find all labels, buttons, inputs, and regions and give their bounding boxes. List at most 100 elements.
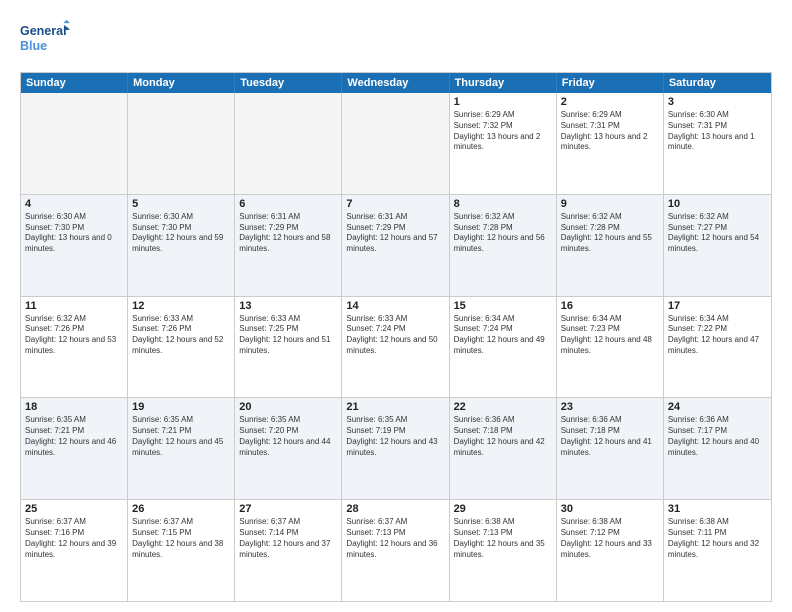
cell-info: Sunrise: 6:34 AMSunset: 7:22 PMDaylight:… bbox=[668, 314, 767, 357]
calendar-cell: 27 Sunrise: 6:37 AMSunset: 7:14 PMDaylig… bbox=[235, 500, 342, 601]
cell-info: Sunrise: 6:34 AMSunset: 7:23 PMDaylight:… bbox=[561, 314, 659, 357]
cell-info: Sunrise: 6:29 AMSunset: 7:32 PMDaylight:… bbox=[454, 110, 552, 153]
cell-info: Sunrise: 6:30 AMSunset: 7:31 PMDaylight:… bbox=[668, 110, 767, 153]
page: General Blue SundayMondayTuesdayWednesda… bbox=[0, 0, 792, 612]
calendar-cell: 12 Sunrise: 6:33 AMSunset: 7:26 PMDaylig… bbox=[128, 297, 235, 398]
cell-info: Sunrise: 6:30 AMSunset: 7:30 PMDaylight:… bbox=[132, 212, 230, 255]
calendar-cell bbox=[21, 93, 128, 194]
calendar-cell bbox=[342, 93, 449, 194]
day-number: 10 bbox=[668, 198, 767, 210]
day-number: 28 bbox=[346, 503, 444, 515]
day-number: 21 bbox=[346, 401, 444, 413]
day-number: 26 bbox=[132, 503, 230, 515]
header: General Blue bbox=[20, 16, 772, 62]
cell-info: Sunrise: 6:35 AMSunset: 7:21 PMDaylight:… bbox=[132, 415, 230, 458]
calendar-cell: 22 Sunrise: 6:36 AMSunset: 7:18 PMDaylig… bbox=[450, 398, 557, 499]
calendar-cell: 18 Sunrise: 6:35 AMSunset: 7:21 PMDaylig… bbox=[21, 398, 128, 499]
logo-svg: General Blue bbox=[20, 16, 70, 62]
cell-info: Sunrise: 6:38 AMSunset: 7:13 PMDaylight:… bbox=[454, 517, 552, 560]
calendar-cell: 26 Sunrise: 6:37 AMSunset: 7:15 PMDaylig… bbox=[128, 500, 235, 601]
day-number: 18 bbox=[25, 401, 123, 413]
calendar-cell: 25 Sunrise: 6:37 AMSunset: 7:16 PMDaylig… bbox=[21, 500, 128, 601]
calendar-cell: 24 Sunrise: 6:36 AMSunset: 7:17 PMDaylig… bbox=[664, 398, 771, 499]
calendar-cell: 5 Sunrise: 6:30 AMSunset: 7:30 PMDayligh… bbox=[128, 195, 235, 296]
day-number: 19 bbox=[132, 401, 230, 413]
cell-info: Sunrise: 6:37 AMSunset: 7:13 PMDaylight:… bbox=[346, 517, 444, 560]
cell-info: Sunrise: 6:33 AMSunset: 7:26 PMDaylight:… bbox=[132, 314, 230, 357]
calendar-cell: 31 Sunrise: 6:38 AMSunset: 7:11 PMDaylig… bbox=[664, 500, 771, 601]
day-number: 6 bbox=[239, 198, 337, 210]
calendar-cell: 9 Sunrise: 6:32 AMSunset: 7:28 PMDayligh… bbox=[557, 195, 664, 296]
calendar-cell: 29 Sunrise: 6:38 AMSunset: 7:13 PMDaylig… bbox=[450, 500, 557, 601]
calendar-cell: 19 Sunrise: 6:35 AMSunset: 7:21 PMDaylig… bbox=[128, 398, 235, 499]
calendar-header: SundayMondayTuesdayWednesdayThursdayFrid… bbox=[21, 73, 771, 93]
day-number: 4 bbox=[25, 198, 123, 210]
calendar-cell: 2 Sunrise: 6:29 AMSunset: 7:31 PMDayligh… bbox=[557, 93, 664, 194]
cell-info: Sunrise: 6:37 AMSunset: 7:14 PMDaylight:… bbox=[239, 517, 337, 560]
cell-info: Sunrise: 6:32 AMSunset: 7:26 PMDaylight:… bbox=[25, 314, 123, 357]
day-number: 15 bbox=[454, 300, 552, 312]
cell-info: Sunrise: 6:36 AMSunset: 7:18 PMDaylight:… bbox=[454, 415, 552, 458]
cell-info: Sunrise: 6:34 AMSunset: 7:24 PMDaylight:… bbox=[454, 314, 552, 357]
calendar-cell bbox=[128, 93, 235, 194]
calendar-cell: 3 Sunrise: 6:30 AMSunset: 7:31 PMDayligh… bbox=[664, 93, 771, 194]
header-day-friday: Friday bbox=[557, 73, 664, 93]
calendar-cell: 20 Sunrise: 6:35 AMSunset: 7:20 PMDaylig… bbox=[235, 398, 342, 499]
calendar-cell: 28 Sunrise: 6:37 AMSunset: 7:13 PMDaylig… bbox=[342, 500, 449, 601]
day-number: 14 bbox=[346, 300, 444, 312]
day-number: 9 bbox=[561, 198, 659, 210]
cell-info: Sunrise: 6:37 AMSunset: 7:15 PMDaylight:… bbox=[132, 517, 230, 560]
cell-info: Sunrise: 6:38 AMSunset: 7:12 PMDaylight:… bbox=[561, 517, 659, 560]
day-number: 25 bbox=[25, 503, 123, 515]
header-day-tuesday: Tuesday bbox=[235, 73, 342, 93]
calendar-cell: 17 Sunrise: 6:34 AMSunset: 7:22 PMDaylig… bbox=[664, 297, 771, 398]
day-number: 11 bbox=[25, 300, 123, 312]
calendar: SundayMondayTuesdayWednesdayThursdayFrid… bbox=[20, 72, 772, 602]
day-number: 7 bbox=[346, 198, 444, 210]
calendar-cell: 30 Sunrise: 6:38 AMSunset: 7:12 PMDaylig… bbox=[557, 500, 664, 601]
calendar-cell: 6 Sunrise: 6:31 AMSunset: 7:29 PMDayligh… bbox=[235, 195, 342, 296]
svg-text:General: General bbox=[20, 24, 67, 38]
day-number: 1 bbox=[454, 96, 552, 108]
cell-info: Sunrise: 6:37 AMSunset: 7:16 PMDaylight:… bbox=[25, 517, 123, 560]
calendar-row-0: 1 Sunrise: 6:29 AMSunset: 7:32 PMDayligh… bbox=[21, 93, 771, 195]
day-number: 29 bbox=[454, 503, 552, 515]
calendar-cell bbox=[235, 93, 342, 194]
day-number: 13 bbox=[239, 300, 337, 312]
cell-info: Sunrise: 6:36 AMSunset: 7:18 PMDaylight:… bbox=[561, 415, 659, 458]
calendar-cell: 4 Sunrise: 6:30 AMSunset: 7:30 PMDayligh… bbox=[21, 195, 128, 296]
day-number: 30 bbox=[561, 503, 659, 515]
day-number: 17 bbox=[668, 300, 767, 312]
calendar-cell: 11 Sunrise: 6:32 AMSunset: 7:26 PMDaylig… bbox=[21, 297, 128, 398]
day-number: 31 bbox=[668, 503, 767, 515]
cell-info: Sunrise: 6:32 AMSunset: 7:28 PMDaylight:… bbox=[454, 212, 552, 255]
cell-info: Sunrise: 6:35 AMSunset: 7:20 PMDaylight:… bbox=[239, 415, 337, 458]
calendar-row-4: 25 Sunrise: 6:37 AMSunset: 7:16 PMDaylig… bbox=[21, 500, 771, 601]
day-number: 23 bbox=[561, 401, 659, 413]
calendar-cell: 10 Sunrise: 6:32 AMSunset: 7:27 PMDaylig… bbox=[664, 195, 771, 296]
cell-info: Sunrise: 6:38 AMSunset: 7:11 PMDaylight:… bbox=[668, 517, 767, 560]
calendar-cell: 21 Sunrise: 6:35 AMSunset: 7:19 PMDaylig… bbox=[342, 398, 449, 499]
logo: General Blue bbox=[20, 16, 70, 62]
calendar-body: 1 Sunrise: 6:29 AMSunset: 7:32 PMDayligh… bbox=[21, 93, 771, 601]
cell-info: Sunrise: 6:32 AMSunset: 7:28 PMDaylight:… bbox=[561, 212, 659, 255]
day-number: 8 bbox=[454, 198, 552, 210]
day-number: 24 bbox=[668, 401, 767, 413]
calendar-cell: 8 Sunrise: 6:32 AMSunset: 7:28 PMDayligh… bbox=[450, 195, 557, 296]
calendar-cell: 1 Sunrise: 6:29 AMSunset: 7:32 PMDayligh… bbox=[450, 93, 557, 194]
day-number: 20 bbox=[239, 401, 337, 413]
day-number: 2 bbox=[561, 96, 659, 108]
cell-info: Sunrise: 6:35 AMSunset: 7:19 PMDaylight:… bbox=[346, 415, 444, 458]
day-number: 5 bbox=[132, 198, 230, 210]
cell-info: Sunrise: 6:33 AMSunset: 7:24 PMDaylight:… bbox=[346, 314, 444, 357]
day-number: 22 bbox=[454, 401, 552, 413]
calendar-row-2: 11 Sunrise: 6:32 AMSunset: 7:26 PMDaylig… bbox=[21, 297, 771, 399]
header-day-wednesday: Wednesday bbox=[342, 73, 449, 93]
svg-text:Blue: Blue bbox=[20, 39, 47, 53]
header-day-monday: Monday bbox=[128, 73, 235, 93]
cell-info: Sunrise: 6:31 AMSunset: 7:29 PMDaylight:… bbox=[239, 212, 337, 255]
header-day-sunday: Sunday bbox=[21, 73, 128, 93]
day-number: 12 bbox=[132, 300, 230, 312]
cell-info: Sunrise: 6:35 AMSunset: 7:21 PMDaylight:… bbox=[25, 415, 123, 458]
calendar-cell: 16 Sunrise: 6:34 AMSunset: 7:23 PMDaylig… bbox=[557, 297, 664, 398]
